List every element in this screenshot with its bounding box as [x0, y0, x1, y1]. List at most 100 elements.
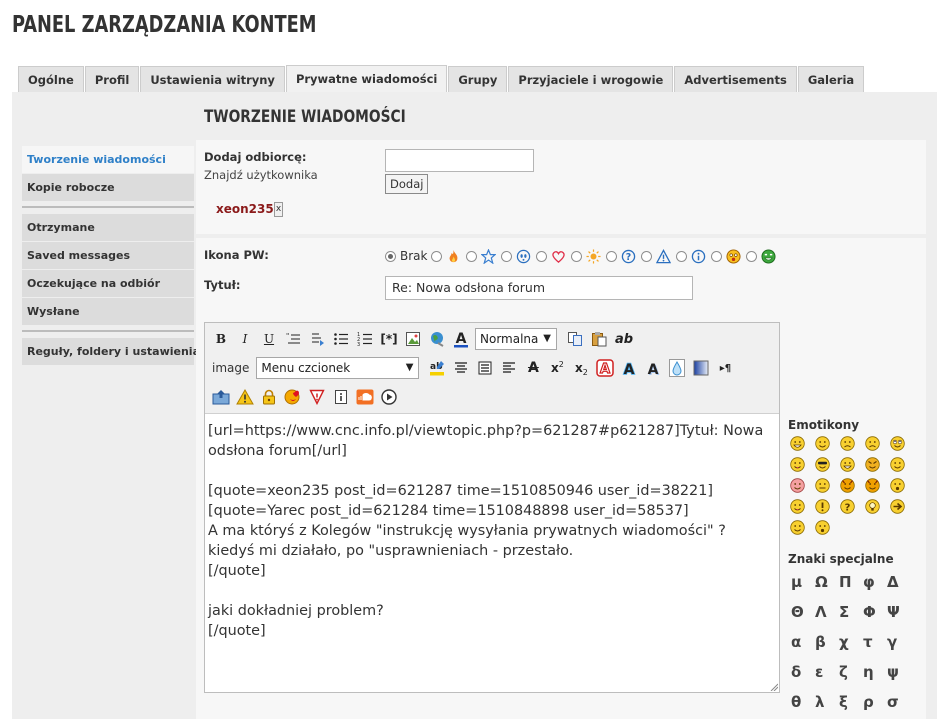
tab-galeria[interactable]: Galeria	[797, 66, 865, 93]
exclaim-emoji-icon[interactable]	[815, 499, 830, 514]
kiss-icon[interactable]	[283, 387, 303, 407]
superscript-icon[interactable]: x2	[547, 358, 567, 378]
special-char-button[interactable]: Φ	[863, 599, 887, 629]
cool-emoji-icon[interactable]	[815, 457, 830, 472]
special-char-button[interactable]: Λ	[815, 599, 839, 629]
icon-radio-none[interactable]	[385, 250, 396, 262]
confused-emoji-icon[interactable]	[840, 436, 855, 451]
tab-przyjaciele-i-wrogowie[interactable]: Przyjaciele i wrogowie	[508, 66, 674, 93]
remove-recipient-button[interactable]: x	[274, 202, 283, 217]
sidebar-item[interactable]: Otrzymane	[22, 214, 194, 241]
play-icon[interactable]	[379, 387, 399, 407]
tab-ogólne[interactable]: Ogólne	[18, 66, 84, 93]
twisted-emoji-icon[interactable]	[865, 478, 880, 493]
special-char-button[interactable]: Σ	[839, 599, 863, 629]
special-char-button[interactable]: ε	[815, 659, 839, 689]
special-char-button[interactable]: Π	[839, 569, 863, 599]
list-item-icon[interactable]: [*]	[379, 329, 399, 349]
direction-icon[interactable]: ▸¶	[715, 358, 735, 378]
rolleyes-emoji-icon[interactable]	[890, 436, 905, 451]
icon-radio-money[interactable]	[746, 250, 758, 262]
font-family-select[interactable]: Menu czcionek ▼	[256, 357, 420, 379]
mrgreen-emoji-icon[interactable]	[790, 520, 805, 535]
razz-emoji-icon[interactable]	[790, 499, 805, 514]
warning-tag-icon[interactable]	[235, 387, 255, 407]
sidebar-item[interactable]: Wysłane	[22, 298, 194, 325]
shocked-emoji-icon[interactable]	[890, 478, 905, 493]
tab-ustawienia-witryny[interactable]: Ustawienia witryny	[140, 66, 285, 93]
icon-radio-fire[interactable]	[431, 250, 443, 262]
embarrassed-emoji-icon[interactable]	[790, 478, 805, 493]
grin-emoji-icon[interactable]	[840, 457, 855, 472]
special-char-button[interactable]: θ	[791, 689, 815, 719]
special-char-button[interactable]: ξ	[839, 689, 863, 719]
special-char-button[interactable]: μ	[791, 569, 815, 599]
text-shadow-icon[interactable]: AA	[643, 358, 663, 378]
smile-emoji-icon[interactable]	[815, 436, 830, 451]
quote-reply-icon[interactable]	[307, 329, 327, 349]
mad-emoji-icon[interactable]	[865, 457, 880, 472]
neutral-emoji-icon[interactable]	[815, 478, 830, 493]
font-color-icon[interactable]: A	[451, 329, 471, 349]
message-body-textarea[interactable]: [url=https://www.cnc.info.pl/viewtopic.p…	[205, 417, 779, 692]
align-left-icon[interactable]	[499, 358, 519, 378]
insert-image-icon[interactable]	[403, 329, 423, 349]
icon-radio-heart[interactable]	[536, 250, 548, 262]
special-char-button[interactable]: λ	[815, 689, 839, 719]
wink-emoji-icon[interactable]	[890, 457, 905, 472]
icon-radio-surprised[interactable]	[711, 250, 723, 262]
sidebar-item[interactable]: Kopie robocze	[22, 174, 194, 201]
insert-link-icon[interactable]	[427, 329, 447, 349]
special-char-button[interactable]: σ	[887, 689, 911, 719]
special-char-button[interactable]: χ	[839, 629, 863, 659]
upload-icon[interactable]	[211, 387, 231, 407]
tab-prywatne-wiadomości[interactable]: Prywatne wiadomości	[285, 65, 448, 93]
font-size-select[interactable]: Normalna ▼	[475, 328, 557, 350]
laugh-emoji-icon[interactable]	[790, 436, 805, 451]
sidebar-item[interactable]: Reguły, foldery i ustawienia	[22, 338, 200, 365]
tab-advertisements[interactable]: Advertisements	[674, 66, 797, 93]
align-center-icon[interactable]	[451, 358, 471, 378]
paste-icon[interactable]	[589, 329, 609, 349]
special-char-button[interactable]: Ω	[815, 569, 839, 599]
highlight-icon[interactable]: ab	[427, 358, 447, 378]
special-char-button[interactable]: α	[791, 629, 815, 659]
copy-icon[interactable]	[565, 329, 585, 349]
special-char-button[interactable]: τ	[863, 629, 887, 659]
text-glow-icon[interactable]: A	[619, 358, 639, 378]
text-outline-icon[interactable]: A	[595, 358, 615, 378]
sidebar-item[interactable]: Tworzenie wiadomości	[22, 146, 194, 173]
image-label[interactable]: image	[212, 361, 249, 375]
tab-profil[interactable]: Profil	[84, 66, 140, 93]
icon-radio-star[interactable]	[466, 250, 478, 262]
surprised-emoji-icon[interactable]	[815, 520, 830, 535]
resize-grip-icon[interactable]	[770, 683, 778, 691]
bold-icon[interactable]: B	[211, 329, 231, 349]
gradient-icon[interactable]	[691, 358, 711, 378]
tab-grupy[interactable]: Grupy	[448, 66, 508, 93]
recipient-input[interactable]	[385, 149, 534, 172]
special-char-button[interactable]: δ	[791, 659, 815, 689]
question-emoji-icon[interactable]: ?	[840, 499, 855, 514]
special-char-button[interactable]: ρ	[863, 689, 887, 719]
special-char-button[interactable]: φ	[863, 569, 887, 599]
soundcloud-icon[interactable]	[355, 387, 375, 407]
italic-icon[interactable]: I	[235, 329, 255, 349]
icon-radio-warning[interactable]	[641, 250, 653, 262]
subscript-icon[interactable]: x2	[571, 358, 591, 378]
idea-emoji-icon[interactable]	[865, 499, 880, 514]
special-char-button[interactable]: Θ	[791, 599, 815, 629]
special-char-button[interactable]: Δ	[887, 569, 911, 599]
sidebar-item[interactable]: Oczekujące na odbiór	[22, 270, 194, 297]
document-info-icon[interactable]	[331, 387, 351, 407]
special-char-button[interactable]: ζ	[839, 659, 863, 689]
special-char-button[interactable]: ψ	[887, 659, 911, 689]
recipient-name[interactable]: xeon235	[216, 202, 274, 216]
arrow-emoji-icon[interactable]	[890, 499, 905, 514]
evil-emoji-icon[interactable]	[840, 478, 855, 493]
add-recipient-button[interactable]: Dodaj	[385, 174, 429, 194]
underline-icon[interactable]: U	[259, 329, 279, 349]
bullet-list-icon[interactable]	[331, 329, 351, 349]
find-user-link[interactable]: Znajdź użytkownika	[204, 168, 318, 182]
icon-radio-question[interactable]	[606, 250, 618, 262]
